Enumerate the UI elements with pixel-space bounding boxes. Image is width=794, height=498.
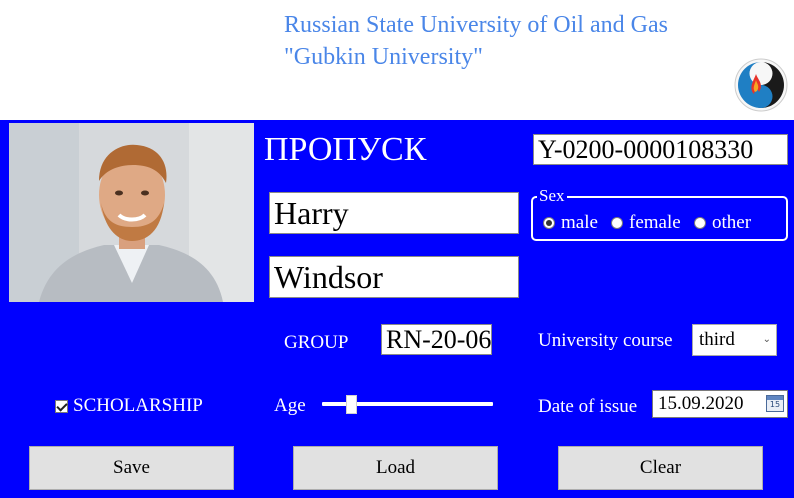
course-select[interactable]: third ⌄: [692, 324, 777, 356]
sex-legend: Sex: [537, 186, 567, 206]
group-label: GROUP: [284, 332, 349, 353]
sex-radio-male[interactable]: male: [543, 212, 598, 234]
scholarship-label: SCHOLARSHIP: [73, 395, 203, 416]
sex-radio-other[interactable]: other: [694, 212, 751, 234]
scholarship-checkbox[interactable]: SCHOLARSHIP: [55, 395, 203, 417]
clear-button[interactable]: Clear: [558, 446, 763, 490]
age-slider-thumb[interactable]: [346, 395, 357, 414]
pass-id-field[interactable]: Y-0200-0000108330: [533, 134, 788, 165]
calendar-day: 15: [769, 400, 781, 409]
radio-unselected-icon: [611, 217, 623, 229]
student-photo: [9, 123, 254, 302]
issue-date-value: 15.09.2020: [658, 393, 744, 414]
course-select-value: third: [699, 329, 735, 350]
pass-title: ПРОПУСК: [264, 131, 427, 168]
checkbox-checked-icon: [55, 399, 68, 413]
group-field[interactable]: RN-20-06: [381, 324, 492, 355]
university-name-line2: "Gubkin University": [284, 44, 483, 70]
issue-date-label: Date of issue: [538, 396, 638, 417]
radio-selected-icon: [543, 217, 555, 229]
course-label: University course: [538, 330, 673, 351]
university-name-line1: Russian State University of Oil and Gas: [284, 12, 668, 38]
calendar-icon[interactable]: 15: [766, 395, 784, 412]
last-name-field[interactable]: Windsor: [269, 256, 519, 298]
sex-radio-other-label: other: [712, 212, 752, 233]
save-button[interactable]: Save: [29, 446, 234, 490]
chevron-down-icon: ⌄: [762, 334, 771, 345]
sex-radio-female-label: female: [629, 212, 681, 233]
person-portrait-icon: [9, 123, 254, 302]
sex-radio-male-label: male: [561, 212, 598, 233]
radio-unselected-icon: [694, 217, 706, 229]
sex-radio-female[interactable]: female: [611, 212, 681, 234]
university-logo-icon: [734, 58, 788, 112]
first-name-field[interactable]: Harry: [269, 192, 519, 234]
issue-date-picker[interactable]: 15.09.2020 15: [652, 390, 788, 418]
load-button[interactable]: Load: [293, 446, 498, 490]
age-label: Age: [274, 395, 306, 416]
